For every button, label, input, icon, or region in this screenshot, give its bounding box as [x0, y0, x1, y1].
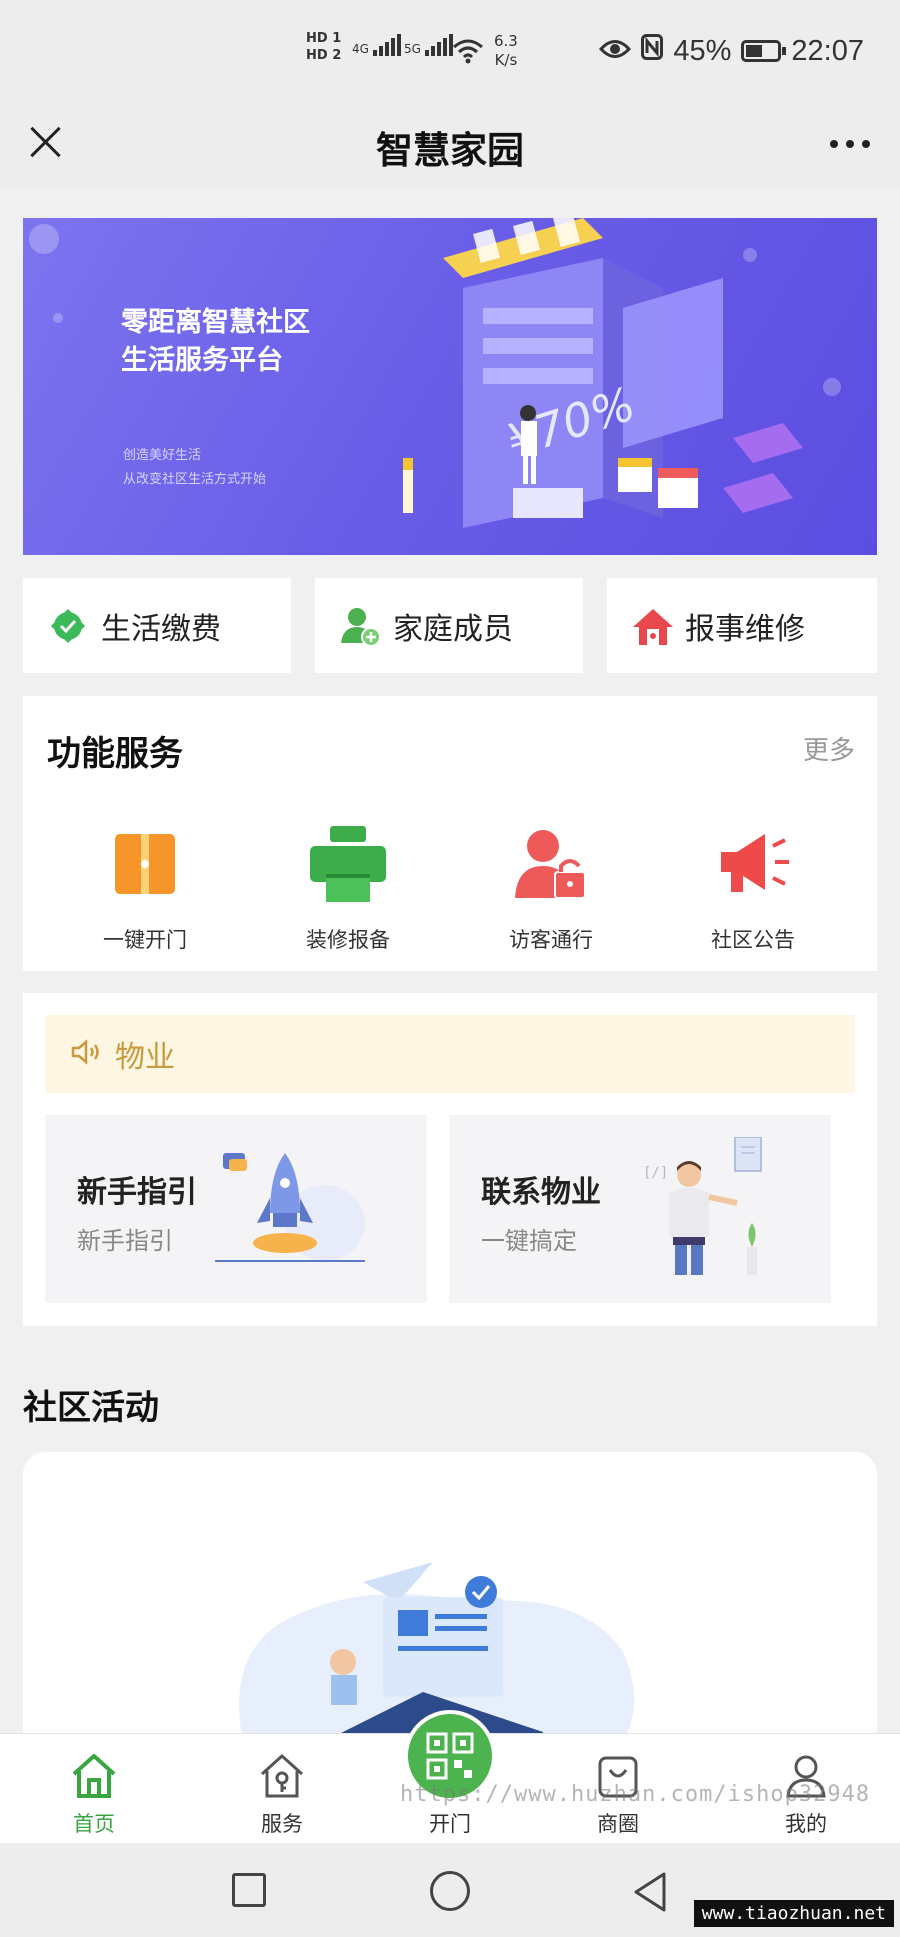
home-icon [70, 1752, 118, 1800]
svg-text:[/]: [/] [643, 1165, 668, 1181]
quick-action-payment[interactable]: 生活缴费 [23, 578, 291, 673]
repair-icon [633, 607, 673, 645]
tab-service[interactable]: 服务 [222, 1752, 342, 1838]
staff-person-icon: [/] [643, 1137, 762, 1275]
service-label: 社区公告 [711, 928, 795, 952]
service-item-visitor[interactable]: 访客通行 [451, 824, 651, 954]
battery-icon [741, 40, 787, 62]
tile-subtitle: 新手指引 [77, 1227, 173, 1255]
hd1-label: HD 1 [306, 31, 342, 46]
notice-label: 物业 [115, 1040, 175, 1075]
quick-action-label: 报事维修 [685, 611, 805, 647]
services-card: 功能服务 更多 一键开门 装修报备 访客通行 社区公告 [23, 696, 877, 971]
back-icon[interactable] [630, 1871, 670, 1913]
page-title: 智慧家园 [376, 129, 524, 172]
tile-subtitle: 一键搞定 [481, 1227, 577, 1255]
service-label: 一键开门 [103, 928, 187, 952]
banner-title-line2: 生活服务平台 [121, 345, 283, 376]
speed-value: 6.3 [494, 32, 518, 50]
site-watermark: www.tiaozhuan.net [693, 1900, 894, 1927]
eye-icon [599, 35, 632, 68]
family-icon [341, 607, 381, 647]
network-5g-label: 5G [404, 42, 421, 56]
printer-icon [308, 824, 388, 904]
signal-5g-icon: 5G [404, 34, 455, 56]
tab-label: 开门 [429, 1812, 471, 1836]
battery-percent: 45% [673, 34, 732, 67]
hd2-label: HD 2 [306, 48, 342, 63]
recent-apps-icon[interactable] [232, 1873, 266, 1907]
more-options-icon[interactable] [830, 140, 870, 148]
network-speed: 6.3 K/s [494, 32, 518, 70]
service-label: 装修报备 [306, 928, 390, 952]
speaker-icon [71, 1039, 103, 1069]
status-bar: HD 1 HD 2 4G 5G 6.3 K/s 45% 22:07 [0, 0, 900, 100]
network-4g-label: 4G [352, 42, 369, 56]
megaphone-icon [713, 824, 793, 904]
speed-unit: K/s [494, 51, 518, 69]
rocket-icon [215, 1153, 365, 1262]
tab-label: 服务 [261, 1812, 303, 1836]
property-notice[interactable]: 物业 [45, 1015, 855, 1093]
banner-illustration: ¥70% [403, 218, 803, 528]
activities-panel[interactable] [23, 1452, 877, 1752]
activities-title: 社区活动 [23, 1388, 159, 1428]
quick-action-repair[interactable]: 报事维修 [607, 578, 877, 673]
banner-subtitle: 创造美好生活 从改变社区生活方式开始 [123, 444, 266, 492]
tab-label: 商圈 [597, 1812, 639, 1836]
wifi-icon [452, 38, 484, 68]
nfc-icon [641, 34, 664, 68]
banner-title: 零距离智慧社区 生活服务平台 [121, 304, 310, 380]
title-bar: 智慧家园 [0, 100, 900, 190]
services-more-link[interactable]: 更多 [803, 730, 855, 767]
promo-banner[interactable]: 零距离智慧社区 生活服务平台 创造美好生活 从改变社区生活方式开始 ¥70% [23, 218, 877, 555]
hd-indicator: HD 1 HD 2 [306, 30, 341, 64]
clock-time: 22:07 [791, 34, 864, 67]
tile-title: 联系物业 [481, 1175, 601, 1210]
home-nav-icon[interactable] [430, 1871, 470, 1911]
qr-code-icon [426, 1732, 474, 1780]
status-right: 45% 22:07 [599, 34, 864, 68]
quick-action-label: 生活缴费 [101, 611, 221, 647]
tile-title: 新手指引 [77, 1175, 197, 1210]
system-nav-bar: www.tiaozhuan.net [0, 1843, 900, 1937]
service-label: 访客通行 [509, 928, 593, 952]
payment-icon [49, 607, 87, 645]
banner-sub-line1: 创造美好生活 [123, 448, 202, 463]
property-card: 物业 新手指引 新手指引 联系物业 一键搞定 [/] [23, 993, 877, 1326]
banner-sub-line2: 从改变社区生活方式开始 [123, 472, 267, 487]
quick-action-family[interactable]: 家庭成员 [315, 578, 583, 673]
door-icon [105, 824, 185, 904]
signal-4g-icon: 4G [352, 34, 403, 56]
watermark-text: https://www.huzhan.com/ishop32948 [400, 1782, 871, 1807]
quick-action-label: 家庭成员 [393, 611, 513, 647]
tile-contact-property[interactable]: 联系物业 一键搞定 [/] [449, 1115, 831, 1303]
service-item-door[interactable]: 一键开门 [45, 824, 245, 954]
tab-home[interactable]: 首页 [34, 1752, 154, 1838]
banner-title-line1: 零距离智慧社区 [121, 307, 310, 338]
tab-label: 首页 [73, 1812, 115, 1836]
services-title: 功能服务 [47, 734, 183, 774]
visitor-icon [511, 824, 591, 904]
tab-label: 我的 [785, 1812, 827, 1836]
service-item-renovation[interactable]: 装修报备 [248, 824, 448, 954]
tile-beginner-guide[interactable]: 新手指引 新手指引 [45, 1115, 427, 1303]
service-house-icon [258, 1752, 306, 1800]
service-item-announcement[interactable]: 社区公告 [653, 824, 853, 954]
